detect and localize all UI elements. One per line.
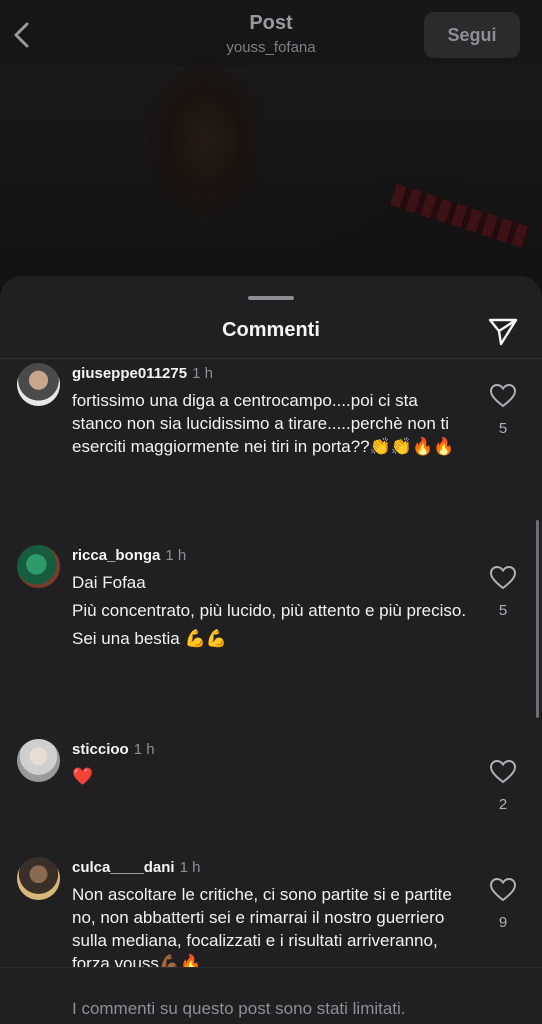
like-button[interactable] [489, 877, 517, 903]
comment-username[interactable]: ricca_bonga [72, 547, 160, 564]
heart-icon [489, 565, 517, 590]
comment-line: fortissimo una diga a centrocampo....poi… [72, 391, 455, 456]
comment-time: 1 h [165, 547, 187, 564]
avatar[interactable] [17, 363, 60, 406]
comment-time: 1 h [179, 859, 201, 876]
comment-header: ricca_bonga 1 h [72, 547, 186, 564]
sheet-title: Commenti [222, 319, 320, 341]
like-button[interactable] [489, 759, 517, 785]
comment-username[interactable]: giuseppe011275 [72, 365, 187, 382]
sheet-divider [0, 358, 542, 359]
comment-line: Non ascoltare le critiche, ci sono parti… [72, 885, 452, 967]
comment-text: fortissimo una diga a centrocampo....poi… [72, 389, 472, 463]
comment-line: Sei una bestia 💪💪 [72, 629, 227, 648]
like-count: 9 [498, 914, 508, 931]
comment-time: 1 h [192, 365, 213, 382]
comment-time: 1 h [133, 741, 155, 758]
like-button[interactable] [489, 565, 517, 591]
share-button[interactable] [486, 314, 520, 348]
comment-text: ❤️ [72, 765, 472, 793]
like-count: 2 [498, 796, 508, 813]
comment-text: Non ascoltare le critiche, ci sono parti… [72, 883, 472, 967]
comment-line: Più concentrato, più lucido, più attento… [72, 601, 467, 620]
paper-plane-icon [488, 318, 518, 346]
follow-button[interactable]: Segui [424, 12, 520, 58]
avatar[interactable] [17, 545, 60, 588]
comment-text: Dai Fofaa Più concentrato, più lucido, p… [72, 571, 472, 655]
like-count: 5 [498, 420, 508, 437]
heart-icon [489, 759, 517, 784]
comments-limited-notice: I commenti su questo post sono stati lim… [72, 999, 406, 1018]
avatar[interactable] [17, 857, 60, 900]
comment-header: sticcioo 1 h [72, 741, 155, 758]
like-count: 5 [498, 602, 508, 619]
comment-header: culca____dani 1 h [72, 859, 200, 876]
like-button[interactable] [489, 383, 517, 409]
scrollbar[interactable] [536, 520, 539, 718]
footer-divider [0, 967, 542, 968]
comment-username[interactable]: culca____dani [72, 859, 175, 876]
comment-line: ❤️ [72, 767, 94, 786]
top-bar: Post youss_fofana Segui [0, 0, 542, 66]
comment-header: giuseppe011275 1 h [72, 365, 213, 382]
comment-username[interactable]: sticcioo [72, 741, 129, 758]
avatar[interactable] [17, 739, 60, 782]
heart-icon [489, 383, 517, 408]
heart-icon [489, 877, 517, 902]
sheet-grabber[interactable] [248, 296, 294, 300]
comment-line: Dai Fofaa [72, 573, 146, 592]
